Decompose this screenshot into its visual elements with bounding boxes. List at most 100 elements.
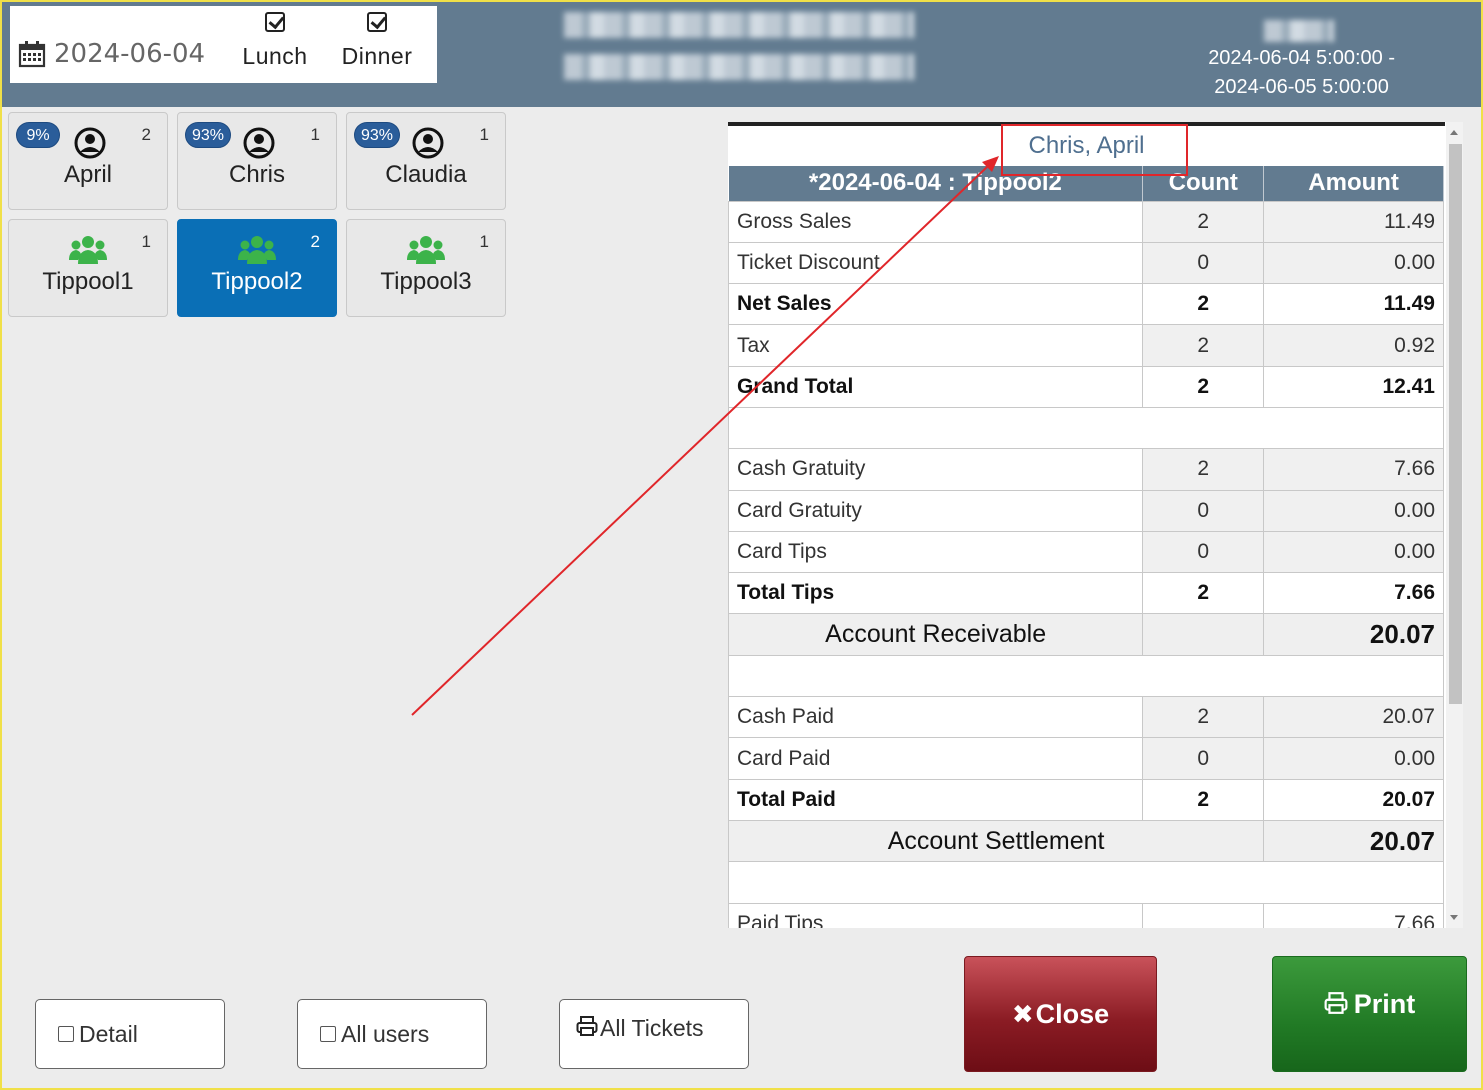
row-count: 2 xyxy=(1142,324,1265,367)
ticket-count: 1 xyxy=(310,125,320,144)
table-row: Cash Gratuity 2 7.66 xyxy=(728,448,1444,491)
row-label: Card Paid xyxy=(728,737,1144,780)
calendar-icon[interactable] xyxy=(18,40,46,68)
spacer-row xyxy=(728,861,1444,904)
meal-lunch-toggle[interactable]: Lunch xyxy=(230,12,320,70)
row-label: Grand Total xyxy=(728,365,1144,408)
printer-icon xyxy=(576,1016,598,1036)
row-label: Account Settlement xyxy=(728,819,1265,863)
row-label: Cash Paid xyxy=(728,696,1144,739)
close-label: Close xyxy=(1035,998,1110,1029)
meal-dinner-label: Dinner xyxy=(341,43,413,69)
row-amount: 20.07 xyxy=(1263,819,1444,863)
close-button[interactable]: ✖ Close xyxy=(964,956,1157,1072)
employee-tile-claudia[interactable]: 93% 1 Claudia xyxy=(346,112,506,210)
group-icon xyxy=(407,236,445,264)
all-tickets-label: All Tickets xyxy=(600,1015,704,1041)
spacer-row xyxy=(728,654,1444,698)
row-amount: 0.00 xyxy=(1263,241,1444,285)
user-icon xyxy=(412,127,444,159)
date-value[interactable]: 2024-06-04 xyxy=(54,39,205,69)
row-count: 2 xyxy=(1142,572,1265,615)
detail-checkbox-button[interactable]: Detail xyxy=(35,999,225,1069)
row-count: 2 xyxy=(1142,365,1265,408)
annotation-highlight-box xyxy=(1001,124,1188,176)
all-users-checkbox-button[interactable]: All users xyxy=(297,999,487,1069)
row-count xyxy=(1142,613,1265,656)
row-amount: 7.66 xyxy=(1263,448,1444,491)
table-row: Card Tips 0 0.00 xyxy=(728,530,1444,574)
table-row: Grand Total 2 12.41 xyxy=(728,365,1444,408)
row-amount: 20.07 xyxy=(1263,778,1444,821)
detail-label: Detail xyxy=(79,1020,138,1047)
print-label: Print xyxy=(1353,989,1416,1019)
all-tickets-button[interactable]: All Tickets xyxy=(559,999,749,1069)
row-amount: 11.49 xyxy=(1263,283,1444,326)
table-row: Tax 2 0.92 xyxy=(728,324,1444,367)
ticket-count: 2 xyxy=(141,125,151,144)
table-row: Cash Paid 2 20.07 xyxy=(728,696,1444,739)
row-count: 2 xyxy=(1142,283,1265,326)
all-users-label: All users xyxy=(341,1020,430,1047)
row-label: Total Tips xyxy=(728,572,1144,615)
row-count: 2 xyxy=(1142,448,1265,491)
tippool-tile-1[interactable]: 1 Tippool1 xyxy=(8,219,168,317)
row-count: 2 xyxy=(1142,200,1265,243)
redacted-text xyxy=(564,12,914,38)
row-label: Card Gratuity xyxy=(728,489,1144,532)
row-label: Paid Tips xyxy=(728,902,1144,928)
scroll-thumb[interactable] xyxy=(1449,144,1462,704)
row-label: Total Paid xyxy=(728,778,1144,821)
group-icon xyxy=(69,236,107,264)
tippool-tile-3[interactable]: 1 Tippool3 xyxy=(346,219,506,317)
tippool-name: Tippool2 xyxy=(211,268,303,295)
ticket-count: 1 xyxy=(141,232,151,251)
employee-tile-april[interactable]: 9% 2 April xyxy=(8,112,168,210)
row-amount: 0.00 xyxy=(1263,737,1444,780)
table-row: Total Paid 2 20.07 xyxy=(728,778,1444,821)
row-amount: 0.00 xyxy=(1263,530,1444,574)
report-scrollbar[interactable] xyxy=(1446,122,1463,928)
row-amount: 20.07 xyxy=(1263,696,1444,739)
report-table: *2024-06-04 : Tippool2 Count Amount Gros… xyxy=(728,166,1444,928)
redacted-text xyxy=(564,54,914,80)
user-icon xyxy=(74,127,106,159)
tippool-name: Tippool1 xyxy=(42,268,134,295)
percent-badge: 93% xyxy=(354,122,401,148)
checkbox-unchecked-icon[interactable] xyxy=(320,1026,336,1042)
row-amount: 0.00 xyxy=(1263,489,1444,532)
summary-row: Account Receivable 20.07 xyxy=(728,613,1444,656)
percent-badge: 93% xyxy=(185,122,232,148)
table-row: Net Sales 2 11.49 xyxy=(728,283,1444,326)
employee-name: Chris xyxy=(228,161,285,188)
row-label: Ticket Discount xyxy=(728,241,1144,285)
printer-icon xyxy=(1324,992,1348,1014)
checkbox-checked-icon[interactable] xyxy=(367,12,387,32)
row-label: Net Sales xyxy=(728,283,1144,326)
employee-tile-chris[interactable]: 93% 1 Chris xyxy=(177,112,337,210)
tippool-tile-2[interactable]: 2 Tippool2 xyxy=(177,219,337,317)
row-count: 0 xyxy=(1142,737,1265,780)
summary-row: Account Settlement 20.07 xyxy=(728,819,1444,863)
table-row: Card Gratuity 0 0.00 xyxy=(728,489,1444,532)
ticket-count: 1 xyxy=(479,125,489,144)
report-header-amount: Amount xyxy=(1263,166,1444,201)
user-icon xyxy=(243,127,275,159)
row-label: Cash Gratuity xyxy=(728,448,1144,491)
table-row: Gross Sales 2 11.49 xyxy=(728,200,1444,243)
percent-badge: 9% xyxy=(16,122,60,148)
tippool-name: Tippool3 xyxy=(380,268,472,295)
row-count: 2 xyxy=(1142,778,1265,821)
checkbox-checked-icon[interactable] xyxy=(265,12,285,32)
scroll-up-icon[interactable] xyxy=(1450,130,1458,135)
employee-name: April xyxy=(63,161,112,188)
group-icon xyxy=(238,236,276,264)
meal-dinner-toggle[interactable]: Dinner xyxy=(332,12,422,70)
row-label: Tax xyxy=(728,324,1144,367)
print-button[interactable]: Print xyxy=(1272,956,1467,1072)
row-count: 0 xyxy=(1142,489,1265,532)
scroll-down-icon[interactable] xyxy=(1450,915,1458,920)
checkbox-unchecked-icon[interactable] xyxy=(58,1026,74,1042)
close-icon: ✖ xyxy=(1011,998,1034,1029)
row-count: 2 xyxy=(1142,696,1265,739)
